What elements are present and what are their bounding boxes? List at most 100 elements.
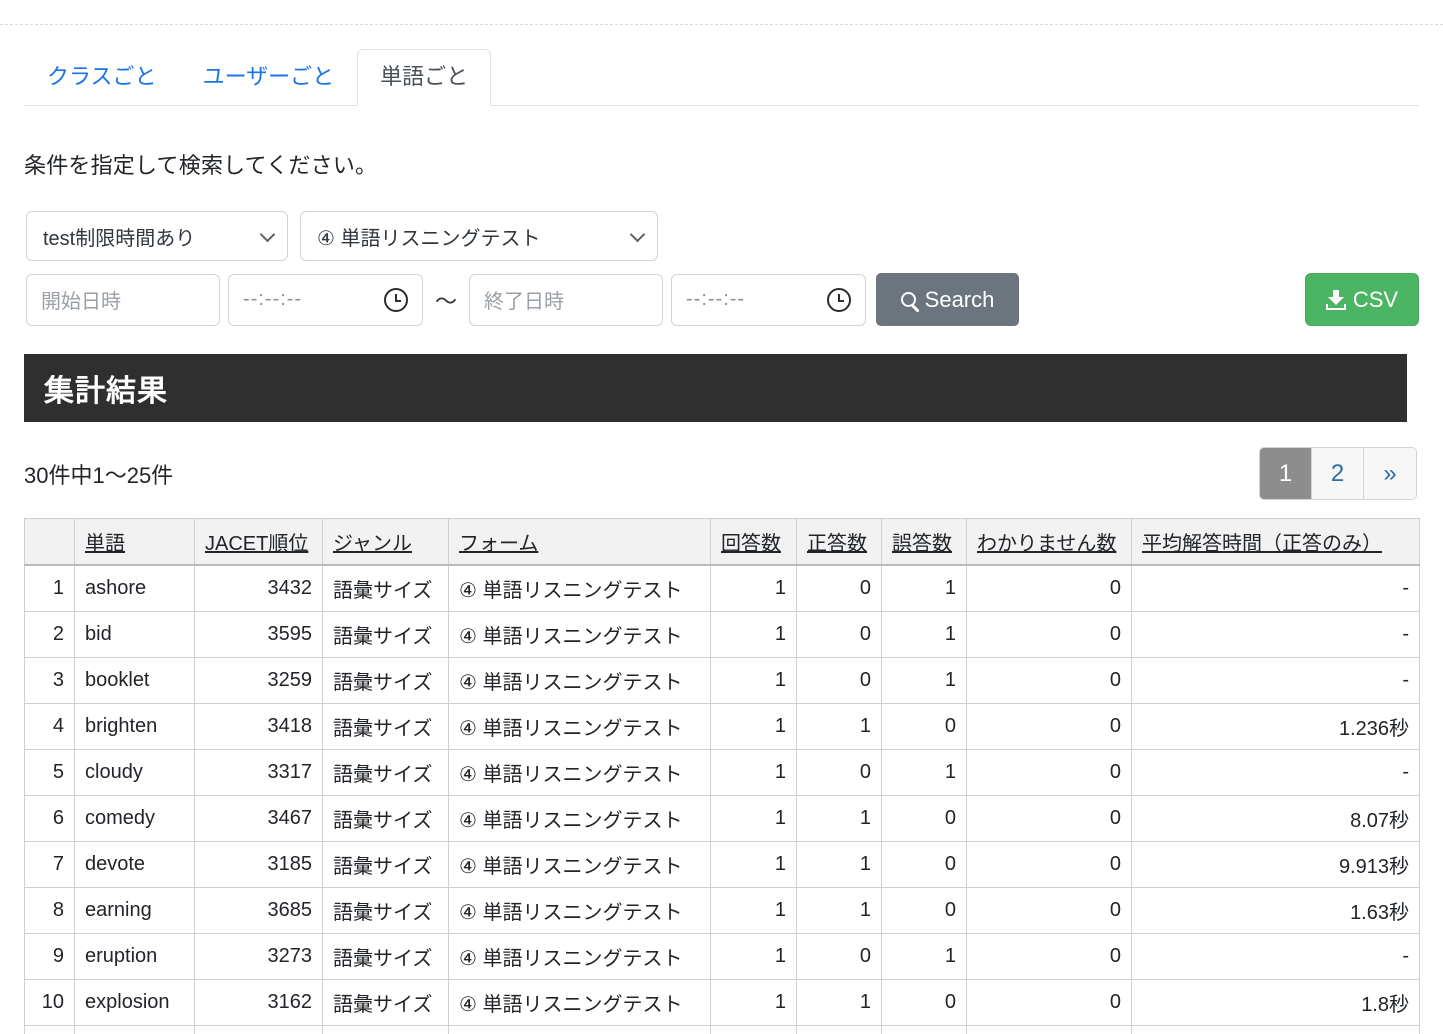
cell-form: ④ 単語リスニングテスト — [448, 887, 711, 934]
cell-avg-time: - — [1131, 564, 1420, 612]
table-row: 7 devote 3185 語彙サイズ ④ 単語リスニングテスト 1 1 0 0 9.913秒 — [24, 841, 1420, 888]
cell-wrong: 0 — [881, 703, 967, 750]
result-count-text: 30件中1〜25件 — [24, 463, 174, 488]
date-filter-row: 開始日時 --:--:-- 〜 終了日時 --:--:-- Search — [26, 273, 1020, 326]
results-table-head: 単語 JACET順位 ジャンル フォーム 回答数 正答数 誤答数 わかりません数… — [24, 518, 1420, 566]
sort-genre[interactable]: ジャンル — [333, 533, 412, 555]
cell-correct: 0 — [796, 564, 882, 612]
search-button[interactable]: Search — [876, 273, 1020, 326]
cell-genre: 語彙サイズ — [322, 749, 449, 796]
sort-unknown[interactable]: わかりません数 — [977, 533, 1116, 555]
sort-jacet-rank[interactable]: JACET順位 — [205, 533, 308, 555]
sort-avg-time[interactable]: 平均解答時間（正答のみ） — [1142, 533, 1382, 555]
cell-genre: 語彙サイズ — [322, 657, 449, 704]
cell-word: eruption — [74, 933, 195, 980]
form-select-value: ④ 単語リスニングテスト — [317, 227, 541, 250]
cell-correct: 1 — [796, 887, 882, 934]
cell-jacet-rank: 3013 — [194, 1025, 323, 1034]
download-icon — [1325, 289, 1346, 310]
chevron-down-icon — [629, 226, 646, 243]
cell-jacet-rank: 3259 — [194, 657, 323, 704]
cell-word: bid — [74, 611, 195, 658]
start-date-input[interactable]: 開始日時 — [26, 273, 220, 326]
col-unknown: わかりません数 — [966, 518, 1132, 566]
cell-genre: 語彙サイズ — [322, 841, 449, 888]
table-row: 6 comedy 3467 語彙サイズ ④ 単語リスニングテスト 1 1 0 0 8.07秒 — [24, 795, 1420, 842]
tab-by-class[interactable]: クラスごと — [24, 49, 180, 106]
sort-answers[interactable]: 回答数 — [721, 533, 781, 555]
cell-correct: 1 — [796, 703, 882, 750]
col-wrong: 誤答数 — [881, 518, 967, 566]
cell-unknown: 0 — [966, 795, 1132, 842]
cell-correct: 0 — [796, 657, 882, 704]
cell-index: 9 — [24, 933, 75, 980]
cell-index: 4 — [24, 703, 75, 750]
start-time-value: --:--:-- — [243, 288, 303, 310]
cell-unknown: 0 — [966, 657, 1132, 704]
cell-answers: 1 — [710, 703, 797, 750]
cell-avg-time: - — [1131, 749, 1420, 796]
cell-index: 6 — [24, 795, 75, 842]
cell-jacet-rank: 3467 — [194, 795, 323, 842]
tab-by-word[interactable]: 単語ごと — [357, 49, 492, 106]
cell-correct: 1 — [796, 979, 882, 1026]
table-row: 1 ashore 3432 語彙サイズ ④ 単語リスニングテスト 1 0 1 0- — [24, 564, 1420, 612]
table-row: 10 explosion 3162 語彙サイズ ④ 単語リスニングテスト 1 1 0 0 1.8秒 — [24, 979, 1420, 1026]
end-time-value: --:--:-- — [686, 288, 746, 310]
range-separator: 〜 — [435, 288, 458, 314]
col-form: フォーム — [448, 518, 711, 566]
cell-unknown: 0 — [966, 933, 1132, 980]
cell-form: ④ 単語リスニングテスト — [448, 611, 711, 658]
chevron-down-icon — [259, 226, 276, 243]
cell-avg-time: - — [1131, 933, 1420, 980]
cell-wrong: 1 — [881, 564, 967, 612]
tab-by-user[interactable]: ユーザーごと — [180, 49, 358, 106]
col-jacet-rank: JACET順位 — [194, 518, 323, 566]
csv-download-button[interactable]: CSV — [1305, 273, 1419, 326]
col-genre: ジャンル — [322, 518, 449, 566]
pagination-next[interactable]: » — [1364, 448, 1416, 499]
cell-avg-time: 1.63秒 — [1131, 887, 1420, 934]
cell-form: ④ 単語リスニングテスト — [448, 703, 711, 750]
cell-word: explosion — [74, 979, 195, 1026]
end-date-input[interactable]: 終了日時 — [469, 273, 664, 326]
sort-wrong[interactable]: 誤答数 — [892, 533, 952, 555]
cell-genre: 語彙サイズ — [322, 564, 449, 612]
results-banner: 集計結果 — [24, 354, 1407, 422]
end-time-input[interactable]: --:--:-- — [671, 273, 867, 326]
class-select[interactable]: test制限時間あり — [26, 211, 288, 261]
start-time-input[interactable]: --:--:-- — [228, 273, 423, 326]
cell-index: 10 — [24, 979, 75, 1026]
cell-index: 8 — [24, 887, 75, 934]
pagination-page-1[interactable]: 1 — [1260, 448, 1312, 499]
sort-word[interactable]: 単語 — [85, 533, 125, 555]
cell-correct: 1 — [796, 795, 882, 842]
cell-wrong: 0 — [881, 1025, 967, 1034]
cell-answers: 1 — [710, 795, 797, 842]
start-date-placeholder: 開始日時 — [41, 291, 121, 313]
sort-correct[interactable]: 正答数 — [807, 533, 867, 555]
cell-form: ④ 単語リスニングテスト — [448, 749, 711, 796]
cell-answers: 1 — [710, 1025, 797, 1034]
cell-wrong: 1 — [881, 657, 967, 704]
cell-word: glow — [74, 1025, 195, 1034]
pagination-page-2[interactable]: 2 — [1312, 448, 1364, 499]
cell-wrong: 1 — [881, 749, 967, 796]
table-row: 5 cloudy 3317 語彙サイズ ④ 単語リスニングテスト 1 0 1 0- — [24, 749, 1420, 796]
results-banner-title: 集計結果 — [44, 375, 168, 408]
page-root: クラスごと ユーザーごと 単語ごと 条件を指定して検索してください。 test制… — [0, 0, 1443, 1034]
form-select[interactable]: ④ 単語リスニングテスト — [300, 211, 658, 261]
cell-jacet-rank: 3595 — [194, 611, 323, 658]
table-row: 3 booklet 3259 語彙サイズ ④ 単語リスニングテスト 1 0 1 0- — [24, 657, 1420, 704]
cell-unknown: 0 — [966, 1025, 1132, 1034]
cell-form: ④ 単語リスニングテスト — [448, 795, 711, 842]
table-row: 4 brighten 3418 語彙サイズ ④ 単語リスニングテスト 1 1 0 0 1.236秒 — [24, 703, 1420, 750]
search-button-label: Search — [924, 286, 995, 312]
cell-correct: 1 — [796, 1025, 882, 1034]
cell-unknown: 0 — [966, 979, 1132, 1026]
cell-avg-time: - — [1131, 611, 1420, 658]
cell-avg-time: - — [1131, 657, 1420, 704]
cell-form: ④ 単語リスニングテスト — [448, 564, 711, 612]
sort-form[interactable]: フォーム — [459, 533, 538, 555]
table-row: 2 bid 3595 語彙サイズ ④ 単語リスニングテスト 1 0 1 0- — [24, 611, 1420, 658]
